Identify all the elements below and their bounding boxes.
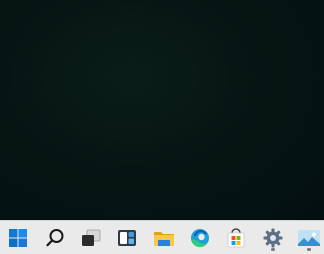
task-view-button[interactable] (78, 225, 104, 251)
gear-icon (263, 228, 283, 248)
windows-start-icon (9, 229, 27, 247)
task-view-icon (82, 229, 101, 246)
edge-browser-icon (191, 229, 209, 248)
running-indicator (271, 248, 275, 251)
photos-button[interactable] (296, 225, 322, 251)
start-button[interactable] (5, 225, 31, 251)
folder-icon (154, 232, 174, 246)
desktop-background[interactable] (0, 0, 324, 220)
taskbar (0, 220, 324, 254)
settings-button[interactable] (260, 225, 286, 251)
file-explorer-button[interactable] (151, 225, 177, 251)
widgets-icon (118, 230, 136, 246)
widgets-button[interactable] (114, 225, 140, 251)
store-bag-icon (227, 228, 245, 248)
store-button[interactable] (223, 225, 249, 251)
photos-icon (298, 230, 320, 246)
search-button[interactable] (42, 225, 68, 251)
running-indicator (307, 248, 311, 251)
edge-browser-button[interactable] (187, 225, 213, 251)
search-icon (46, 229, 64, 247)
